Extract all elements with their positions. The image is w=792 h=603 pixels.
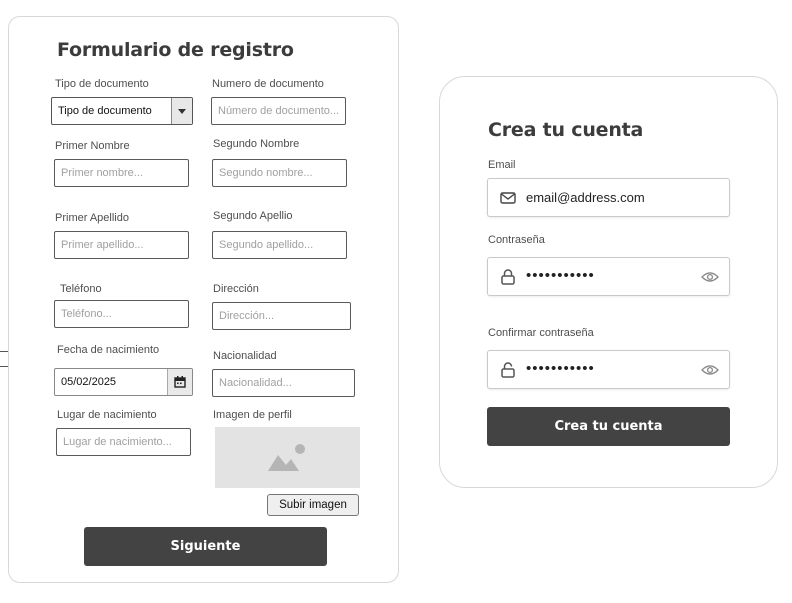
next-button[interactable]: Siguiente	[84, 527, 327, 566]
second-name-input[interactable]: Segundo nombre...	[212, 159, 347, 187]
registration-title: Formulario de registro	[57, 39, 294, 61]
mail-icon	[500, 192, 516, 204]
upload-image-button[interactable]: Subir imagen	[267, 494, 359, 516]
nationality-input[interactable]: Nacionalidad...	[212, 369, 355, 397]
eye-icon[interactable]	[701, 364, 719, 376]
birth-place-input[interactable]: Lugar de nacimiento...	[56, 428, 191, 456]
birth-place-label: Lugar de nacimiento	[57, 409, 157, 421]
birth-date-input[interactable]: 05/02/2025	[54, 368, 193, 396]
first-surname-input[interactable]: Primer apellido...	[54, 231, 189, 259]
chevron-down-icon[interactable]	[171, 98, 192, 124]
password-input[interactable]: •••••••••••	[487, 257, 730, 296]
doc-type-label: Tipo de documento	[55, 78, 149, 90]
profile-image-label: Imagen de perfil	[213, 409, 292, 421]
account-title: Crea tu cuenta	[488, 119, 644, 141]
calendar-icon[interactable]	[167, 369, 192, 395]
phone-input[interactable]: Teléfono...	[54, 300, 189, 328]
email-value: email@address.com	[526, 190, 645, 205]
address-input[interactable]: Dirección...	[212, 302, 351, 330]
create-account-button[interactable]: Crea tu cuenta	[487, 407, 730, 446]
image-icon	[267, 443, 305, 471]
confirm-password-label: Confirmar contraseña	[488, 327, 594, 339]
second-surname-input[interactable]: Segundo apellido...	[212, 231, 347, 259]
first-name-label: Primer Nombre	[55, 140, 130, 152]
doc-type-select[interactable]: Tipo de documento	[51, 97, 193, 125]
second-name-label: Segundo Nombre	[213, 138, 300, 150]
password-value: •••••••••••	[526, 267, 595, 284]
first-surname-label: Primer Apellido	[55, 212, 129, 224]
registration-card: Formulario de registro Tipo de documento…	[8, 16, 399, 583]
lock-icon	[501, 269, 515, 285]
create-account-card: Crea tu cuenta Email email@address.com C…	[439, 76, 778, 488]
address-label: Dirección	[213, 283, 259, 295]
birth-date-value: 05/02/2025	[61, 376, 117, 388]
confirm-password-input[interactable]: •••••••••••	[487, 350, 730, 389]
nationality-label: Nacionalidad	[213, 350, 277, 362]
doc-type-value: Tipo de documento	[58, 105, 152, 117]
unlock-icon	[501, 362, 515, 378]
first-name-input[interactable]: Primer nombre...	[54, 159, 189, 187]
birth-date-label: Fecha de nacimiento	[57, 344, 160, 356]
doc-number-input[interactable]: Número de documento...	[211, 97, 346, 125]
eye-icon[interactable]	[701, 271, 719, 283]
second-surname-label: Segundo Apellio	[213, 210, 293, 222]
profile-image-placeholder	[215, 427, 360, 488]
email-input[interactable]: email@address.com	[487, 178, 730, 217]
email-label: Email	[488, 159, 516, 171]
phone-label: Teléfono	[60, 283, 102, 295]
doc-number-label: Numero de documento	[212, 78, 324, 90]
password-label: Contraseña	[488, 234, 545, 246]
confirm-password-value: •••••••••••	[526, 360, 595, 377]
